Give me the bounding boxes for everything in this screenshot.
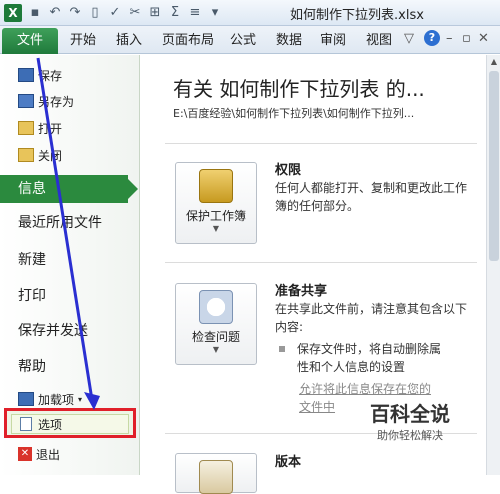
nav-exit[interactable]: ✕ 退出: [18, 444, 60, 464]
chevron-down-icon: ▼: [212, 345, 220, 354]
save-icon: [18, 68, 34, 82]
watermark-subtitle: 助你轻松解决: [377, 429, 443, 442]
nav-open-label: 打开: [38, 121, 63, 136]
nav-close[interactable]: 关闭: [18, 145, 62, 165]
tab-file[interactable]: 文件: [2, 28, 58, 54]
check-issues-label: 检查问题: [191, 330, 240, 344]
permissions-text: 任何人都能打开、复制和更改此工作簿的任何部分。: [275, 181, 468, 213]
check-issues-button[interactable]: 检查问题 ▼: [175, 283, 257, 365]
scroll-thumb[interactable]: [489, 71, 499, 261]
save-as-icon: [18, 94, 34, 108]
ribbon-tabs: 文件 开始 插入 页面布局 公式 数据 审阅 视图 ▽ ? – ▫ ✕: [0, 26, 500, 54]
nav-exit-label: 退出: [36, 447, 61, 462]
divider: [165, 262, 477, 263]
open-folder-icon: [18, 121, 34, 135]
borders-icon[interactable]: ⊞: [148, 5, 162, 20]
properties-note: 保存文件时，将自动删除属性和个人信息的设置: [297, 342, 442, 374]
tab-data[interactable]: 数据: [276, 31, 302, 51]
window-restore-icon[interactable]: ▫: [462, 31, 471, 46]
nav-new[interactable]: 新建: [0, 245, 140, 275]
document-path: E:\百度经验\如何制作下拉列表\如何制作下拉列...: [173, 107, 415, 120]
help-icon[interactable]: ?: [424, 30, 440, 46]
versions-heading: 版本: [275, 455, 302, 470]
nav-options[interactable]: 选项: [11, 414, 129, 434]
watermark: 百科全说 助你轻松解决: [350, 398, 470, 448]
exit-icon: ✕: [18, 447, 32, 461]
title-bar: X ▪ ↶ ↷ ▯ ✓ ✂ ⊞ Σ ≡ ▾ 如何制作下拉列表.xlsx: [0, 0, 500, 26]
tab-view[interactable]: 视图: [366, 31, 392, 51]
nav-close-label: 关闭: [38, 148, 63, 163]
window-close-icon[interactable]: ✕: [478, 31, 489, 46]
nav-open[interactable]: 打开: [18, 118, 62, 138]
nav-save-as[interactable]: 另存为: [18, 91, 74, 111]
nav-addins[interactable]: 加载项 ▾: [18, 389, 82, 409]
nav-recent[interactable]: 最近所用文件: [0, 208, 140, 238]
permissions-heading: 权限: [275, 163, 302, 178]
nav-info[interactable]: 信息: [0, 175, 138, 203]
sort-icon[interactable]: ≡: [188, 5, 202, 20]
addins-icon: [18, 392, 34, 406]
sum-icon[interactable]: Σ: [168, 5, 182, 20]
nav-save-and-send[interactable]: 保存并发送: [0, 316, 140, 346]
vertical-scrollbar[interactable]: ▲: [486, 55, 500, 475]
print-preview-icon[interactable]: ▯: [88, 5, 102, 20]
divider: [165, 143, 477, 144]
nav-options-label: 选项: [38, 417, 63, 432]
tab-insert[interactable]: 插入: [116, 31, 142, 51]
cut-icon[interactable]: ✂: [128, 5, 142, 20]
options-highlight-box: 选项: [4, 408, 136, 438]
tab-review[interactable]: 审阅: [320, 31, 346, 51]
tab-home[interactable]: 开始: [70, 31, 96, 51]
nav-save[interactable]: 保存: [18, 65, 62, 85]
scroll-up-icon[interactable]: ▲: [489, 57, 499, 67]
protect-workbook-label: 保护工作簿: [185, 209, 246, 223]
bullet-marker: [279, 346, 285, 352]
options-icon: [20, 417, 32, 431]
excel-app-icon[interactable]: X: [4, 3, 22, 22]
manage-versions-button[interactable]: [175, 453, 257, 494]
versions-icon: [199, 460, 233, 494]
nav-addins-label: 加载项: [38, 392, 75, 407]
nav-help[interactable]: 帮助: [0, 352, 140, 382]
customize-qat-icon[interactable]: ▾: [208, 5, 222, 20]
prepare-sharing-text: 在共享此文件前，请注意其包含以下内容:: [275, 302, 468, 334]
undo-icon[interactable]: ↶: [48, 5, 62, 20]
tab-page-layout[interactable]: 页面布局: [162, 31, 214, 51]
tab-formulas[interactable]: 公式: [230, 31, 256, 51]
nav-print[interactable]: 打印: [0, 281, 140, 311]
nav-save-as-label: 另存为: [38, 94, 75, 109]
redo-icon[interactable]: ↷: [68, 5, 82, 20]
save-icon[interactable]: ▪: [28, 5, 42, 20]
prepare-sharing-heading: 准备共享: [275, 284, 328, 299]
protect-workbook-button[interactable]: 保护工作簿 ▼: [175, 162, 257, 244]
nav-save-label: 保存: [38, 68, 63, 83]
window-title: 如何制作下拉列表.xlsx: [290, 8, 424, 23]
minimize-ribbon-icon[interactable]: ▽: [404, 31, 414, 46]
watermark-title: 百科全说: [370, 402, 450, 426]
spell-check-icon[interactable]: ✓: [108, 5, 122, 20]
close-folder-icon: [18, 148, 34, 162]
quick-access-toolbar: ▪ ↶ ↷ ▯ ✓ ✂ ⊞ Σ ≡ ▾: [28, 5, 222, 20]
window-minimize-icon[interactable]: –: [446, 31, 453, 46]
chevron-down-icon: ▾: [78, 394, 83, 404]
inspect-document-icon: [199, 290, 233, 324]
chevron-down-icon: ▼: [212, 224, 220, 233]
lock-icon: [199, 169, 233, 203]
document-title: 有关 如何制作下拉列表 的...: [173, 77, 425, 101]
